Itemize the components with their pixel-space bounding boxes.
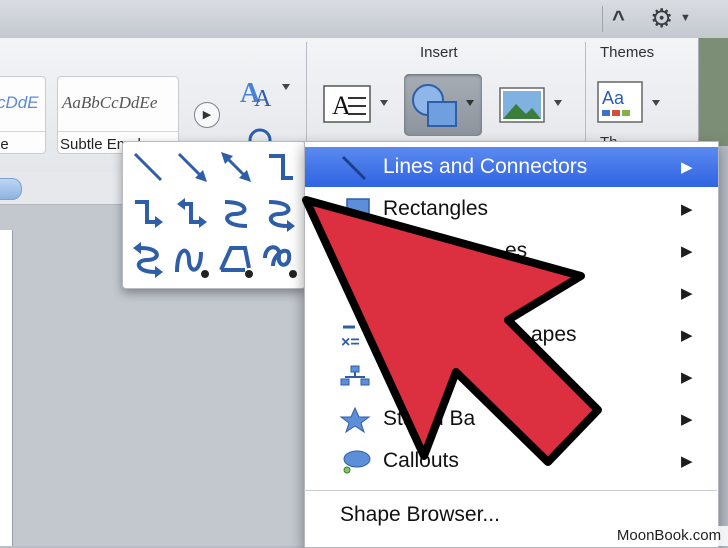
submenu-arrow-icon: ▶ (681, 159, 693, 176)
submenu-arrow-icon: ▶ (681, 453, 693, 470)
menu-item-label: apes (531, 323, 577, 346)
divider (602, 6, 603, 32)
menu-item-callouts[interactable]: Callouts ▶ (305, 441, 718, 481)
shapes-icon (412, 84, 474, 127)
submenu-arrow-icon: ▶ (681, 201, 693, 218)
gallery-next-button[interactable]: ▶ (194, 102, 220, 128)
menu-item-label: Rectangles (383, 197, 489, 220)
collapse-ribbon-icon[interactable]: ^ (612, 6, 625, 32)
elbow-arrow-connector-icon[interactable] (127, 192, 169, 234)
menu-divider (304, 490, 717, 491)
shapes-button[interactable] (404, 74, 482, 136)
shape-browser-menu-item[interactable]: Shape Browser... (340, 503, 500, 527)
menu-item-label: es (505, 239, 528, 262)
menu-item-label: Callouts (383, 449, 459, 472)
menu-item-lines-and-connectors[interactable]: Lines and Connectors ▶ (305, 147, 718, 187)
line-icon (341, 155, 367, 181)
curved-arrow-connector-icon[interactable] (259, 192, 301, 234)
curved-double-arrow-icon[interactable] (127, 238, 169, 280)
submenu-arrow-icon: ▶ (681, 327, 693, 344)
themes-sample: Aa (602, 88, 625, 108)
elbow-double-arrow-icon[interactable] (171, 192, 213, 234)
insert-group-label: Insert (420, 44, 458, 61)
picture-icon (499, 87, 562, 123)
menu-item-basic-shapes[interactable]: es ▶ (305, 231, 718, 271)
menu-item-equation-shapes[interactable]: ×= apes ▶ (305, 315, 718, 355)
themes-icon: Aa (597, 81, 660, 123)
menu-item-block-arrows[interactable]: ▶ (305, 273, 718, 313)
title-bar: ^ ⚙ ▼ (0, 0, 728, 39)
line-icon[interactable] (127, 146, 169, 188)
svg-text:×=: ×= (341, 334, 360, 349)
menu-item-label: Lines and Connectors (383, 155, 588, 178)
menu-item-flowchart[interactable]: ▶ (305, 357, 718, 397)
zoom-slider-handle[interactable] (0, 178, 22, 200)
submenu-arrow-icon: ▶ (681, 411, 693, 428)
menu-item-stars-and-banners[interactable]: Sta nd Ba ▶ (305, 399, 718, 439)
document-page[interactable] (0, 230, 13, 546)
text-box-button[interactable]: A (318, 74, 390, 136)
style-sample: cDdE (0, 93, 39, 112)
arrow-line-icon[interactable] (171, 146, 213, 188)
equation-icon: ×= (341, 325, 360, 349)
style-sample: AaBbCcDdEe (62, 93, 158, 112)
svg-text:A: A (254, 86, 272, 112)
text-effects-icon[interactable]: A A (238, 72, 292, 112)
freeform-icon[interactable] (215, 238, 257, 280)
partial-icon[interactable] (242, 122, 276, 142)
curved-connector-icon[interactable] (215, 192, 257, 234)
callout-icon (343, 450, 371, 474)
submenu-arrow-icon: ▶ (681, 243, 693, 260)
lines-and-connectors-submenu (122, 141, 306, 289)
gear-icon[interactable]: ⚙ (650, 3, 673, 34)
themes-button[interactable]: Aa (594, 74, 668, 136)
double-arrow-line-icon[interactable] (215, 146, 257, 188)
menu-item-label: Sta nd Ba (383, 407, 476, 430)
themes-group-label: Themes (600, 44, 655, 61)
menu-item-rectangles[interactable]: Rectangles ▶ (305, 189, 718, 229)
shapes-menu: Lines and Connectors ▶ Rectangles ▶ es ▶… (304, 141, 719, 548)
text-box-icon: A (323, 85, 388, 123)
window-edge (696, 38, 728, 146)
star-icon (339, 407, 371, 433)
chevron-down-icon[interactable]: ▼ (680, 12, 691, 24)
style-caption: le (0, 131, 45, 153)
elbow-connector-icon[interactable] (259, 146, 301, 188)
curve-icon[interactable] (171, 238, 213, 280)
submenu-arrow-icon: ▶ (681, 285, 693, 302)
style-tile[interactable]: cDdE le (0, 76, 46, 154)
scribble-icon[interactable] (259, 238, 301, 280)
flowchart-icon (340, 365, 370, 386)
submenu-arrow-icon: ▶ (681, 369, 693, 386)
picture-button[interactable] (494, 74, 566, 136)
rectangle-icon (346, 198, 370, 222)
watermark: MoonBook.com (610, 526, 728, 546)
